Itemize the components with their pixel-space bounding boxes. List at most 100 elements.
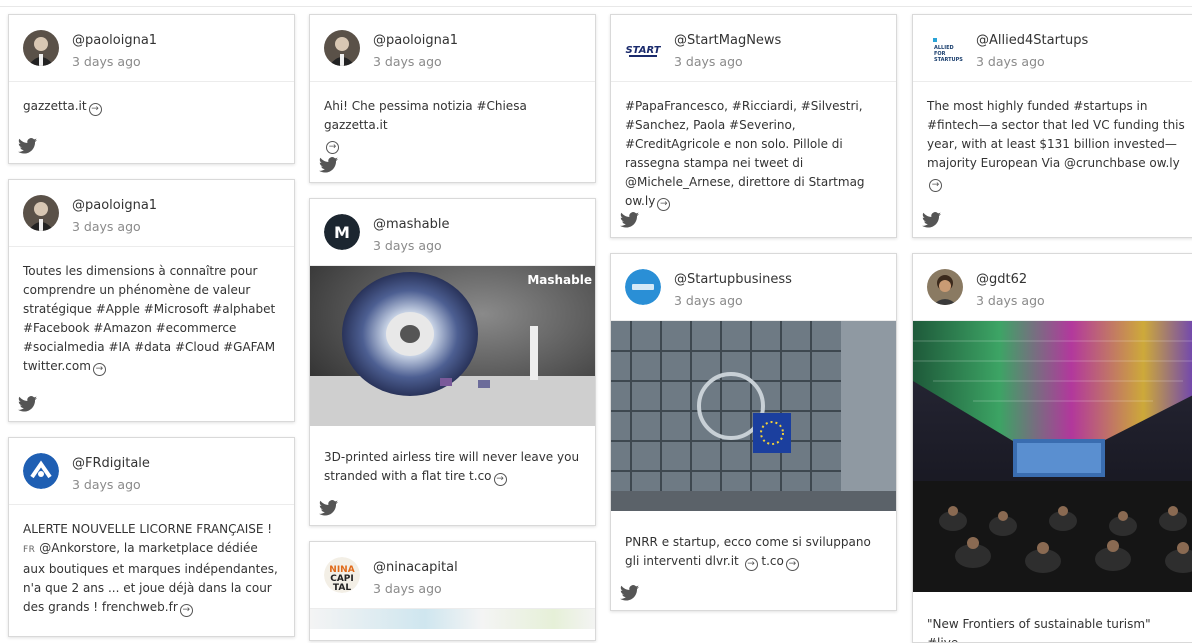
card-header: @paoloigna1 3 days ago	[310, 15, 595, 82]
external-link-icon[interactable]: →	[92, 363, 106, 376]
tweet-card[interactable]: START @StartMagNews 3 days ago #PapaFran…	[610, 14, 897, 238]
svg-text:STARTUPS: STARTUPS	[934, 57, 963, 63]
author-handle[interactable]: @gdt62	[976, 272, 1027, 287]
svg-text:M: M	[334, 223, 350, 242]
twitter-icon[interactable]	[922, 212, 941, 228]
tweet-card[interactable]: @paoloigna1 3 days ago Toutes les dimens…	[8, 179, 295, 422]
tweet-text: The most highly funded #startups in #fin…	[913, 82, 1192, 192]
avatar[interactable]	[324, 30, 360, 66]
card-header: NINA CAPI TAL @ninacapital 3 days ago	[310, 542, 595, 609]
tweet-text-content: @Ankorstore, la marketplace dédiée aux b…	[23, 541, 278, 614]
avatar[interactable]	[23, 453, 59, 489]
tweet-text: Toutes les dimensions à connaître pour c…	[9, 247, 294, 376]
tweet-card[interactable]: M @mashable 3 days ago Mashable 3D-print…	[309, 198, 596, 526]
external-link-icon[interactable]: →	[785, 558, 799, 571]
card-header: M @mashable 3 days ago	[310, 199, 595, 266]
tweet-card[interactable]: ALLIED FOR STARTUPS @Allied4Startups 3 day…	[912, 14, 1192, 238]
author-handle[interactable]: @Allied4Startups	[976, 33, 1088, 48]
external-link-icon[interactable]: →	[744, 558, 758, 571]
tweet-text-content: "New Frontiers of sustainable turism" #l…	[927, 617, 1151, 643]
tweet-text-content: #PapaFrancesco, #Ricciardi, #Silvestri, …	[625, 99, 865, 208]
tweet-text-content: Ahi! Che pessima notizia #Chiesa gazzett…	[324, 99, 527, 132]
flag-icon: FR	[23, 545, 36, 555]
twitter-icon[interactable]	[18, 138, 37, 154]
timestamp: 3 days ago	[72, 219, 141, 234]
twitter-icon[interactable]	[319, 157, 338, 173]
allied-logo-icon: ALLIEDFORSTARTUPS	[927, 30, 963, 66]
author-handle[interactable]: @ninacapital	[373, 560, 458, 575]
external-link-icon[interactable]: →	[493, 473, 507, 486]
tweet-text-content: The most highly funded #startups in #fin…	[927, 99, 1185, 170]
tweet-link[interactable]: gazzetta.it	[23, 99, 87, 113]
twitter-icon[interactable]	[319, 500, 338, 516]
author-handle[interactable]: @Startupbusiness	[674, 272, 792, 287]
card-header: START @StartMagNews 3 days ago	[611, 15, 896, 82]
timestamp: 3 days ago	[373, 581, 442, 596]
avatar[interactable]: START	[625, 30, 661, 66]
startupbusiness-logo-icon	[625, 269, 661, 305]
tweet-card[interactable]: @FRdigitale 3 days ago ALERTE NOUVELLE L…	[8, 437, 295, 637]
avatar[interactable]	[23, 195, 59, 231]
tweet-text: PNRR e startup, ecco come si sviluppano …	[611, 518, 896, 571]
tweet-image[interactable]	[611, 321, 896, 511]
twitter-icon[interactable]	[620, 212, 639, 228]
avatar[interactable]	[927, 269, 963, 305]
author-handle[interactable]: @mashable	[373, 217, 449, 232]
tweet-text-content: Toutes les dimensions à connaître pour c…	[23, 264, 276, 373]
tweet-text: #PapaFrancesco, #Ricciardi, #Silvestri, …	[611, 82, 896, 211]
ninacapital-logo-icon: NINACAPITAL	[324, 557, 360, 593]
tweet-text-content: ALERTE NOUVELLE LICORNE FRANÇAISE !	[23, 522, 273, 536]
timestamp: 3 days ago	[373, 54, 442, 69]
card-header: @paoloigna1 3 days ago	[9, 15, 294, 82]
tweet-card[interactable]: @gdt62 3 days ago "New Frontiers of sust…	[912, 253, 1192, 643]
tweet-image[interactable]: Mashable	[310, 266, 595, 426]
avatar[interactable]	[23, 30, 59, 66]
avatar[interactable]: NINA CAPI TAL	[324, 557, 360, 593]
avatar[interactable]	[625, 269, 661, 305]
external-link-icon[interactable]: →	[929, 179, 942, 192]
timestamp: 3 days ago	[976, 54, 1045, 69]
author-handle[interactable]: @paoloigna1	[72, 198, 157, 213]
tweet-image-strip	[310, 609, 595, 629]
timestamp: 3 days ago	[976, 293, 1045, 308]
tweet-text-content: 3D-printed airless tire will never leave…	[324, 450, 580, 483]
card-header: @Startupbusiness 3 days ago	[611, 254, 896, 321]
external-link-icon[interactable]: →	[88, 103, 102, 116]
svg-text:TAL: TAL	[333, 583, 351, 593]
author-handle[interactable]: @StartMagNews	[674, 33, 781, 48]
tweet-card[interactable]: @paoloigna1 3 days ago gazzetta.it →	[8, 14, 295, 164]
tweet-image[interactable]	[913, 321, 1192, 592]
tweet-text: gazzetta.it →	[9, 82, 294, 116]
image-watermark: Mashable	[527, 273, 592, 287]
avatar[interactable]: ALLIED FOR STARTUPS	[927, 30, 963, 66]
top-divider	[0, 6, 1192, 7]
twitter-icon[interactable]	[18, 396, 37, 412]
tweet-card[interactable]: @Startupbusiness 3 days ago PNRR e start…	[610, 253, 897, 611]
author-handle[interactable]: @paoloigna1	[373, 33, 458, 48]
external-link-icon[interactable]: →	[326, 141, 339, 154]
timestamp: 3 days ago	[72, 477, 141, 492]
tweet-card[interactable]: @paoloigna1 3 days ago Ahi! Che pessima …	[309, 14, 596, 183]
tweet-link[interactable]: t.co	[761, 554, 783, 568]
author-handle[interactable]: @FRdigitale	[72, 456, 150, 471]
tweet-text: ALERTE NOUVELLE LICORNE FRANÇAISE ! FR @A…	[9, 505, 294, 617]
twitter-icon[interactable]	[620, 585, 639, 601]
avatar[interactable]: M	[324, 214, 360, 250]
card-header: @gdt62 3 days ago	[913, 254, 1192, 321]
author-handle[interactable]: @paoloigna1	[72, 33, 157, 48]
tweet-text: 3D-printed airless tire will never leave…	[310, 433, 595, 486]
external-link-icon[interactable]: →	[657, 198, 671, 211]
external-link-icon[interactable]: →	[179, 604, 193, 617]
card-header: @FRdigitale 3 days ago	[9, 438, 294, 505]
timestamp: 3 days ago	[72, 54, 141, 69]
tweet-card[interactable]: NINA CAPI TAL @ninacapital 3 days ago	[309, 541, 596, 641]
timestamp: 3 days ago	[373, 238, 442, 253]
tweet-text: Ahi! Che pessima notizia #Chiesa gazzett…	[310, 82, 595, 154]
startmag-logo-icon: START	[625, 30, 661, 66]
frdigitale-logo-icon	[23, 453, 59, 489]
svg-text:START: START	[625, 45, 661, 56]
mashable-logo-icon: M	[324, 214, 360, 250]
card-header: ALLIED FOR STARTUPS @Allied4Startups 3 day…	[913, 15, 1192, 82]
timestamp: 3 days ago	[674, 54, 743, 69]
card-header: @paoloigna1 3 days ago	[9, 180, 294, 247]
